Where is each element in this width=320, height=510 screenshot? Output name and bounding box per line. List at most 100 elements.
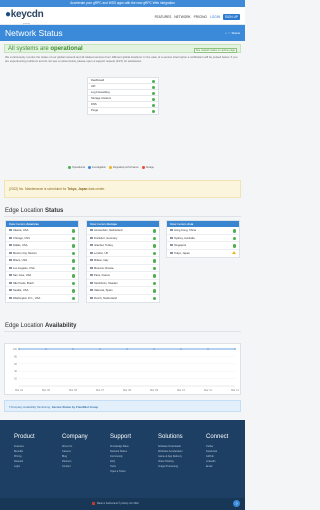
- footer-bottom-bar: Made in Switzerland © proinity LLC 2022 …: [0, 498, 245, 510]
- legend-item: Degraded performance: [108, 166, 139, 169]
- keycdn-logo[interactable]: ●keycdn proinity: [5, 10, 44, 26]
- service-row: Purge: [88, 108, 158, 114]
- y-tick-label: 40: [14, 369, 17, 373]
- check-icon: [71, 296, 75, 300]
- footer-column: Solutions Software Downloads Websites Acce…: [158, 434, 183, 469]
- location-row: Dallas, USA: [6, 242, 78, 250]
- location-name: Moscow, Russia: [94, 266, 114, 270]
- nav-pricing[interactable]: PRICING: [194, 15, 207, 19]
- signup-button[interactable]: SIGN UP: [222, 14, 240, 20]
- flag-icon: [170, 229, 173, 232]
- footer-link[interactable]: Contact: [62, 464, 88, 469]
- location-row: Hong Kong, China: [167, 227, 239, 235]
- location-row: Frankfurt, Germany: [87, 235, 159, 242]
- location-name: Seattle, USA: [13, 289, 29, 292]
- help-chat-button[interactable]: ?: [233, 500, 240, 507]
- location-name: London, UK: [94, 251, 109, 255]
- location-row: San Jose, USA: [6, 272, 78, 280]
- breadcrumb: ⌂ / Status: [225, 31, 240, 35]
- data-point: [153, 348, 155, 350]
- check-icon: [152, 79, 155, 83]
- maintenance-notice: (2022) No. Maintenance is scheduled for …: [4, 180, 241, 198]
- location-name: Miami, USA: [13, 259, 28, 262]
- nav-features[interactable]: FEATURES: [155, 15, 172, 19]
- location-name: Paris, France: [94, 274, 110, 277]
- operational-dot-icon: [68, 166, 71, 169]
- footer-column: Support Knowledge Base Network Status Commu…: [110, 434, 131, 474]
- footer-column-title: Connect: [206, 434, 229, 440]
- location-name: Dallas, USA: [13, 244, 28, 247]
- y-tick-label: 100: [13, 347, 18, 351]
- flag-icon: [9, 244, 12, 247]
- check-icon: [152, 229, 156, 233]
- x-tick-label: Mar 05: [42, 388, 51, 392]
- flag-icon: [9, 236, 12, 239]
- chart-note: Third-party Availability Monitoring. Ser…: [4, 400, 241, 412]
- flag-icon: [90, 266, 93, 269]
- nav-network[interactable]: NETWORK: [174, 15, 190, 19]
- data-point: [234, 348, 236, 350]
- footer-link[interactable]: Login: [14, 464, 35, 469]
- footer-link[interactable]: Open a Ticket: [110, 469, 131, 474]
- check-icon: [152, 274, 156, 278]
- location-row: Mexico City, Mexico: [6, 250, 78, 257]
- check-icon: [152, 259, 156, 263]
- chart-note-text: Third-party Availability Monitoring. Ser…: [9, 405, 99, 409]
- status-banner-link[interactable]: See network status on uptime page: [193, 47, 237, 53]
- location-name: Frankfurt, Germany: [94, 236, 118, 240]
- location-row: Los Angeles, USA: [6, 265, 78, 272]
- data-point: [72, 348, 74, 350]
- checkbot-link[interactable]: Service Status by CheckBot Group: [52, 405, 98, 409]
- check-icon: [71, 274, 75, 278]
- check-icon: [152, 244, 156, 248]
- location-name: Atlanta, USA: [13, 229, 29, 232]
- home-icon[interactable]: ⌂: [225, 31, 227, 35]
- location-name: Singapore: [174, 244, 187, 247]
- check-icon: [152, 85, 155, 89]
- check-icon: [71, 259, 75, 263]
- flag-icon: [9, 259, 12, 262]
- footer-column: Product Features Benefits Pricing Network Log…: [14, 434, 35, 469]
- status-banner-text: All systems are operational: [8, 46, 83, 52]
- availability-chart-svg: 100 80 60 40 20 Mar 04 Mar 05 Mar 06 Mar 07 Mar 0…: [13, 347, 240, 392]
- check-icon: [232, 229, 236, 233]
- y-tick-label: 60: [14, 362, 17, 366]
- location-row: Zurich, Switzerland: [87, 295, 159, 303]
- check-icon: [152, 296, 156, 300]
- swiss-flag-icon: [92, 502, 95, 505]
- intro-paragraph: We continuously monitor the status of ou…: [5, 55, 238, 63]
- flag-icon: [9, 229, 12, 232]
- data-point: [18, 348, 20, 350]
- location-name: Milano, Italy: [94, 259, 109, 262]
- flag-icon: [90, 259, 93, 262]
- location-name: Chicago, USA: [13, 236, 30, 240]
- flag-icon: [90, 296, 93, 299]
- location-row: Valencia, Spain: [87, 287, 159, 295]
- location-name: São Paulo, Brazil: [13, 281, 34, 285]
- flag-icon: [170, 251, 173, 254]
- nav-login[interactable]: LOGIN: [210, 15, 220, 19]
- location-row: Atlanta, USA: [6, 227, 78, 235]
- location-row: Tokyo, Japan: [167, 250, 239, 258]
- check-icon: [71, 236, 75, 240]
- flag-icon: [90, 251, 93, 254]
- location-row: Paris, France: [87, 272, 159, 280]
- footer-link[interactable]: Image Processing: [158, 464, 183, 469]
- footer-column-title: Solutions: [158, 434, 183, 440]
- data-point: [99, 348, 101, 350]
- check-icon: [152, 109, 155, 113]
- footer-link[interactable]: Email: [206, 464, 228, 469]
- y-tick-label: 80: [14, 354, 17, 358]
- flag-icon: [90, 244, 93, 247]
- check-icon: [152, 236, 156, 240]
- location-name: Los Angeles, USA: [13, 266, 35, 270]
- page-title: Network Status: [5, 28, 63, 38]
- flag-icon: [90, 229, 93, 232]
- check-icon: [232, 244, 236, 248]
- announcement-bar[interactable]: Accelerate your gRPC and WSS apps with t…: [0, 0, 245, 7]
- check-icon: [152, 91, 155, 95]
- location-row: Moscow, Russia: [87, 265, 159, 272]
- x-tick-label: Mar 08: [123, 388, 132, 392]
- flag-icon: [170, 244, 173, 247]
- check-icon: [232, 236, 236, 240]
